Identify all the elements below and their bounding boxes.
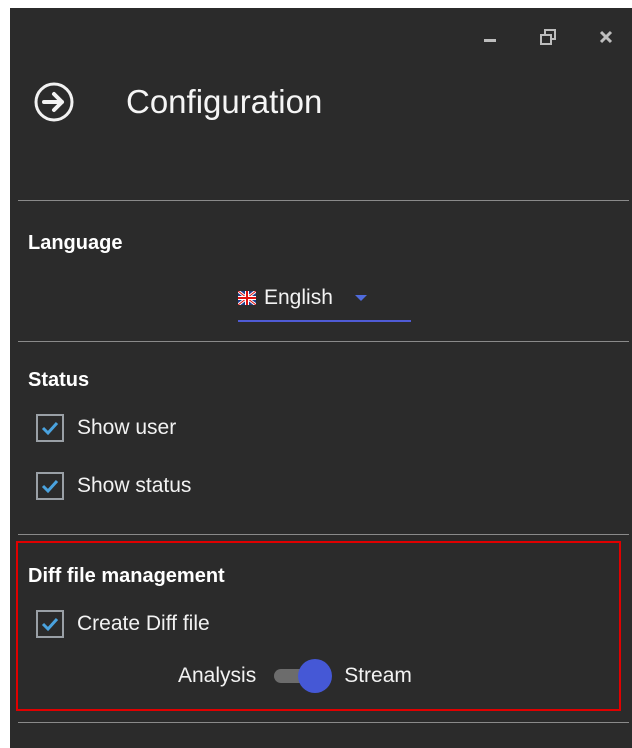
divider — [18, 200, 629, 201]
analysis-stream-toggle[interactable] — [274, 659, 333, 693]
configuration-window: Configuration Language English Status Sh… — [10, 8, 632, 748]
status-section-title: Status — [28, 369, 90, 391]
toggle-left-label: Analysis — [178, 664, 257, 687]
show-user-label: Show user — [77, 416, 177, 439]
uk-flag-icon — [237, 289, 257, 307]
language-selected: English — [264, 286, 333, 309]
minimize-icon[interactable] — [479, 26, 501, 48]
diff-section-title: Diff file management — [28, 565, 225, 587]
analysis-stream-toggle-row: Analysis Stream — [178, 659, 412, 693]
show-status-checkbox-row[interactable]: Show status — [36, 472, 191, 500]
window-controls — [479, 26, 617, 48]
show-status-checkbox[interactable] — [36, 472, 64, 500]
page-title: Configuration — [126, 83, 323, 120]
divider — [18, 534, 629, 535]
create-diff-label: Create Diff file — [77, 612, 210, 635]
header: Configuration — [32, 80, 322, 124]
toggle-right-label: Stream — [344, 664, 412, 687]
show-status-label: Show status — [77, 474, 192, 497]
chevron-down-icon — [354, 295, 367, 301]
close-icon[interactable] — [595, 26, 617, 48]
show-user-checkbox-row[interactable]: Show user — [36, 414, 176, 442]
back-arrow-icon[interactable] — [32, 80, 76, 124]
create-diff-checkbox[interactable] — [36, 610, 64, 638]
restore-icon[interactable] — [537, 26, 559, 48]
toggle-knob[interactable] — [298, 659, 333, 693]
show-user-checkbox[interactable] — [36, 414, 64, 442]
language-dropdown[interactable]: English — [237, 276, 411, 322]
language-section-title: Language — [28, 232, 123, 254]
divider — [18, 722, 629, 723]
create-diff-checkbox-row[interactable]: Create Diff file — [36, 610, 210, 638]
divider — [18, 341, 629, 342]
